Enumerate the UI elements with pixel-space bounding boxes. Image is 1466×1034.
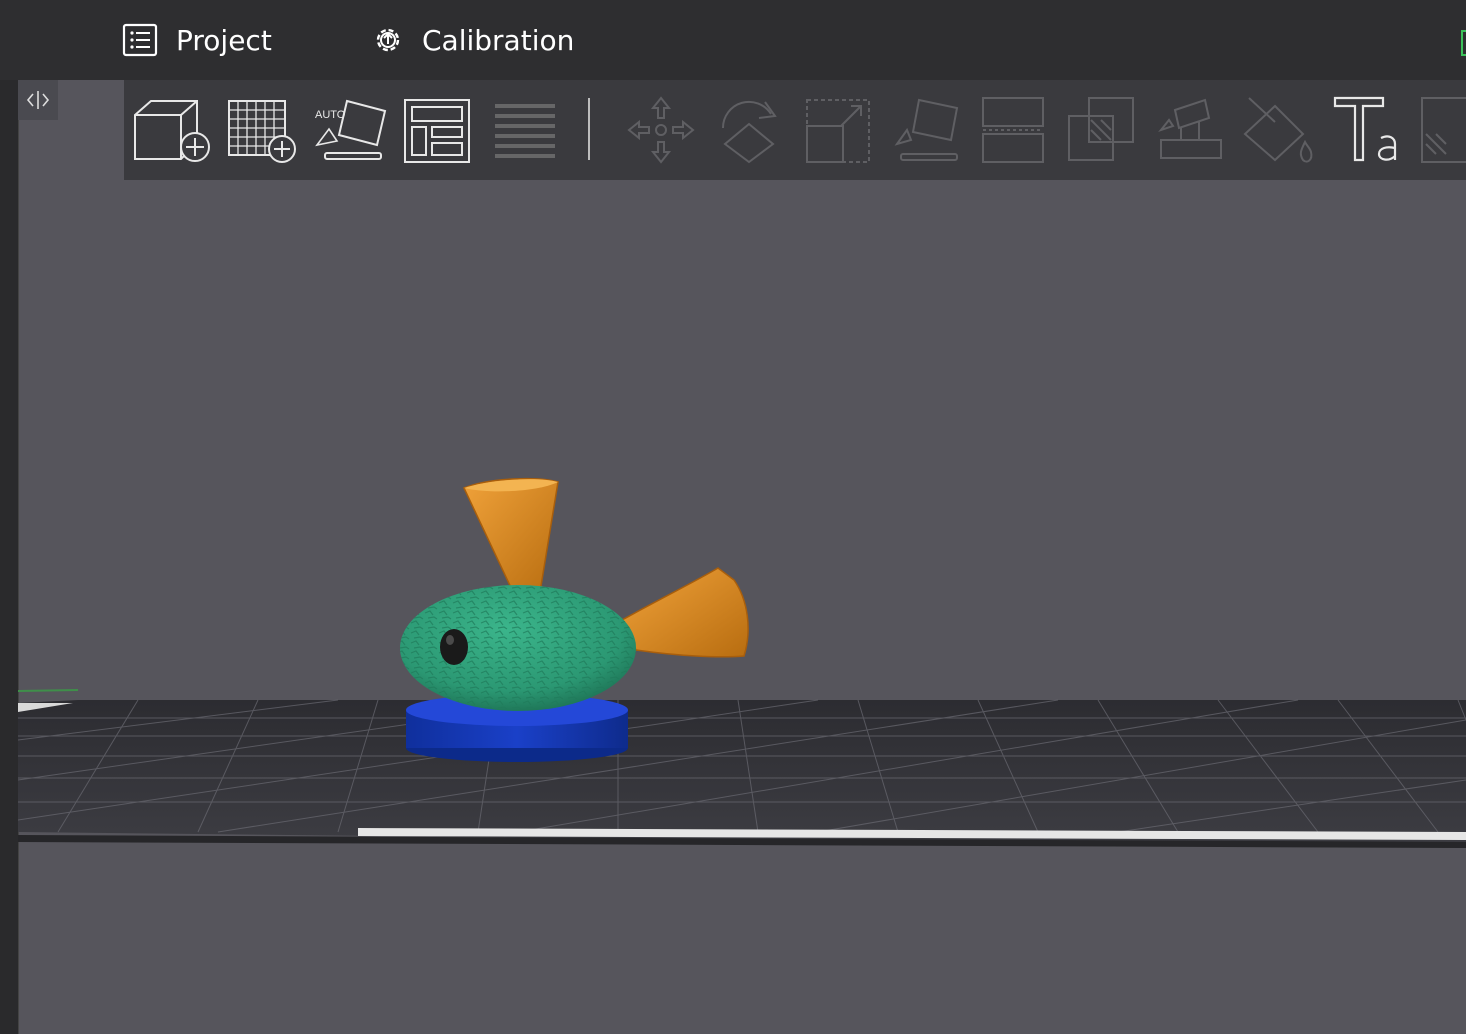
lay-on-face-button[interactable] (884, 92, 966, 168)
move-icon (627, 96, 695, 164)
scale-button[interactable] (796, 92, 878, 168)
arrange-button[interactable] (396, 92, 478, 168)
cut-button[interactable] (972, 92, 1054, 168)
main-toolbar: AUTO (124, 80, 1466, 180)
layers-button[interactable] (484, 92, 566, 168)
scale-icon (806, 99, 870, 163)
layout-icon (404, 99, 470, 163)
lay-on-face-icon (894, 98, 959, 161)
auto-orient-button[interactable]: AUTO (308, 92, 390, 168)
text-tool-icon (1333, 96, 1397, 162)
add-plate-button[interactable] (218, 92, 300, 168)
toolbar-separator (588, 98, 590, 160)
rotate-icon (721, 100, 777, 164)
tab-project[interactable]: Project (122, 0, 272, 80)
paint-bucket-icon (1243, 97, 1313, 163)
grid-plus-icon (228, 100, 296, 163)
svg-text:AUTO: AUTO (315, 109, 346, 121)
build-plate (18, 689, 1466, 848)
move-button[interactable] (620, 92, 702, 168)
text-tool-button[interactable] (1324, 92, 1406, 168)
boolean-button[interactable] (1060, 92, 1142, 168)
tab-project-label: Project (176, 23, 272, 57)
collapse-icon (26, 91, 50, 109)
rotate-button[interactable] (708, 92, 790, 168)
tab-calibration[interactable]: Calibration (372, 0, 574, 80)
list-icon (122, 23, 158, 57)
left-panel-edge (0, 80, 19, 1034)
top-bar: Project Calibration (0, 0, 1466, 80)
add-object-button[interactable] (130, 92, 212, 168)
cut-icon (982, 97, 1044, 163)
measure-button[interactable] (1412, 92, 1466, 168)
3d-viewport[interactable] (18, 180, 1466, 1034)
status-indicator (1461, 30, 1466, 56)
collapse-sidebar-button[interactable] (18, 80, 58, 120)
gear-icon (376, 28, 400, 52)
support-paint-icon (1158, 98, 1222, 159)
boolean-icon (1068, 97, 1134, 161)
supports-button[interactable] (1148, 92, 1230, 168)
partial-icon (1421, 97, 1466, 163)
tab-calibration-label: Calibration (422, 23, 575, 57)
cube-plus-icon (134, 100, 210, 162)
lines-icon (495, 104, 555, 158)
color-paint-button[interactable] (1236, 92, 1318, 168)
auto-orient-icon: AUTO (315, 99, 387, 160)
